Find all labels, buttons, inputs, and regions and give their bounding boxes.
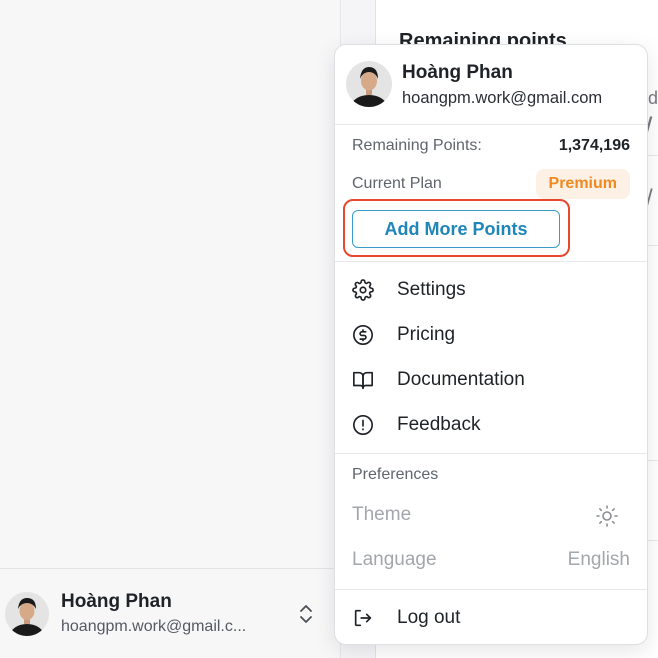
sun-icon[interactable]: [595, 504, 619, 528]
divider: [335, 589, 647, 590]
remaining-points-value: 1,374,196: [558, 137, 630, 154]
menu-item-label: Feedback: [397, 414, 481, 435]
sidebar-user-email: hoangpm.work@gmail.c...: [61, 618, 247, 635]
chevron-up-down-icon[interactable]: [296, 603, 316, 625]
remaining-points-label: Remaining Points:: [352, 137, 482, 154]
menu-item-label: Pricing: [397, 324, 456, 345]
book-icon: [353, 371, 373, 390]
sidebar-user-name: Hoàng Phan: [61, 591, 172, 612]
avatar: [5, 591, 49, 636]
logout-button[interactable]: Log out: [335, 598, 647, 638]
language-select[interactable]: English: [568, 549, 630, 571]
menu-user-header: Hoàng Phan hoangpm.work@gmail.com: [335, 45, 647, 125]
menu-user-name: Hoàng Phan: [402, 62, 513, 83]
menu-item-label: Settings: [397, 279, 466, 300]
menu-item-documentation[interactable]: Documentation: [335, 360, 647, 400]
user-dropdown-menu: Hoàng Phan hoangpm.work@gmail.com Remain…: [334, 44, 648, 645]
theme-label: Theme: [352, 504, 412, 525]
logout-icon: [354, 609, 372, 627]
menu-item-pricing[interactable]: Pricing: [335, 315, 647, 355]
menu-item-settings[interactable]: Settings: [335, 270, 647, 310]
add-more-points-button[interactable]: Add More Points: [352, 210, 560, 248]
sidebar-user-button[interactable]: Hoàng Phan hoangpm.work@gmail.c...: [0, 568, 341, 658]
menu-user-email: hoangpm.work@gmail.com: [402, 89, 603, 107]
current-plan-label: Current Plan: [352, 175, 442, 192]
menu-item-feedback[interactable]: Feedback: [335, 405, 647, 445]
alert-circle-icon: [353, 415, 373, 435]
card-fragment: d: [648, 88, 658, 108]
language-label: Language: [352, 549, 437, 570]
plan-badge: Premium: [535, 169, 630, 199]
preferences-heading: Preferences: [352, 466, 439, 483]
avatar: [346, 61, 392, 107]
sidebar: Hoàng Phan hoangpm.work@gmail.c...: [0, 0, 341, 658]
logout-label: Log out: [397, 607, 461, 628]
gear-icon: [352, 279, 374, 301]
menu-item-label: Documentation: [397, 369, 525, 390]
divider: [335, 261, 647, 262]
dollar-circle-icon: [353, 325, 373, 345]
divider: [335, 453, 647, 454]
